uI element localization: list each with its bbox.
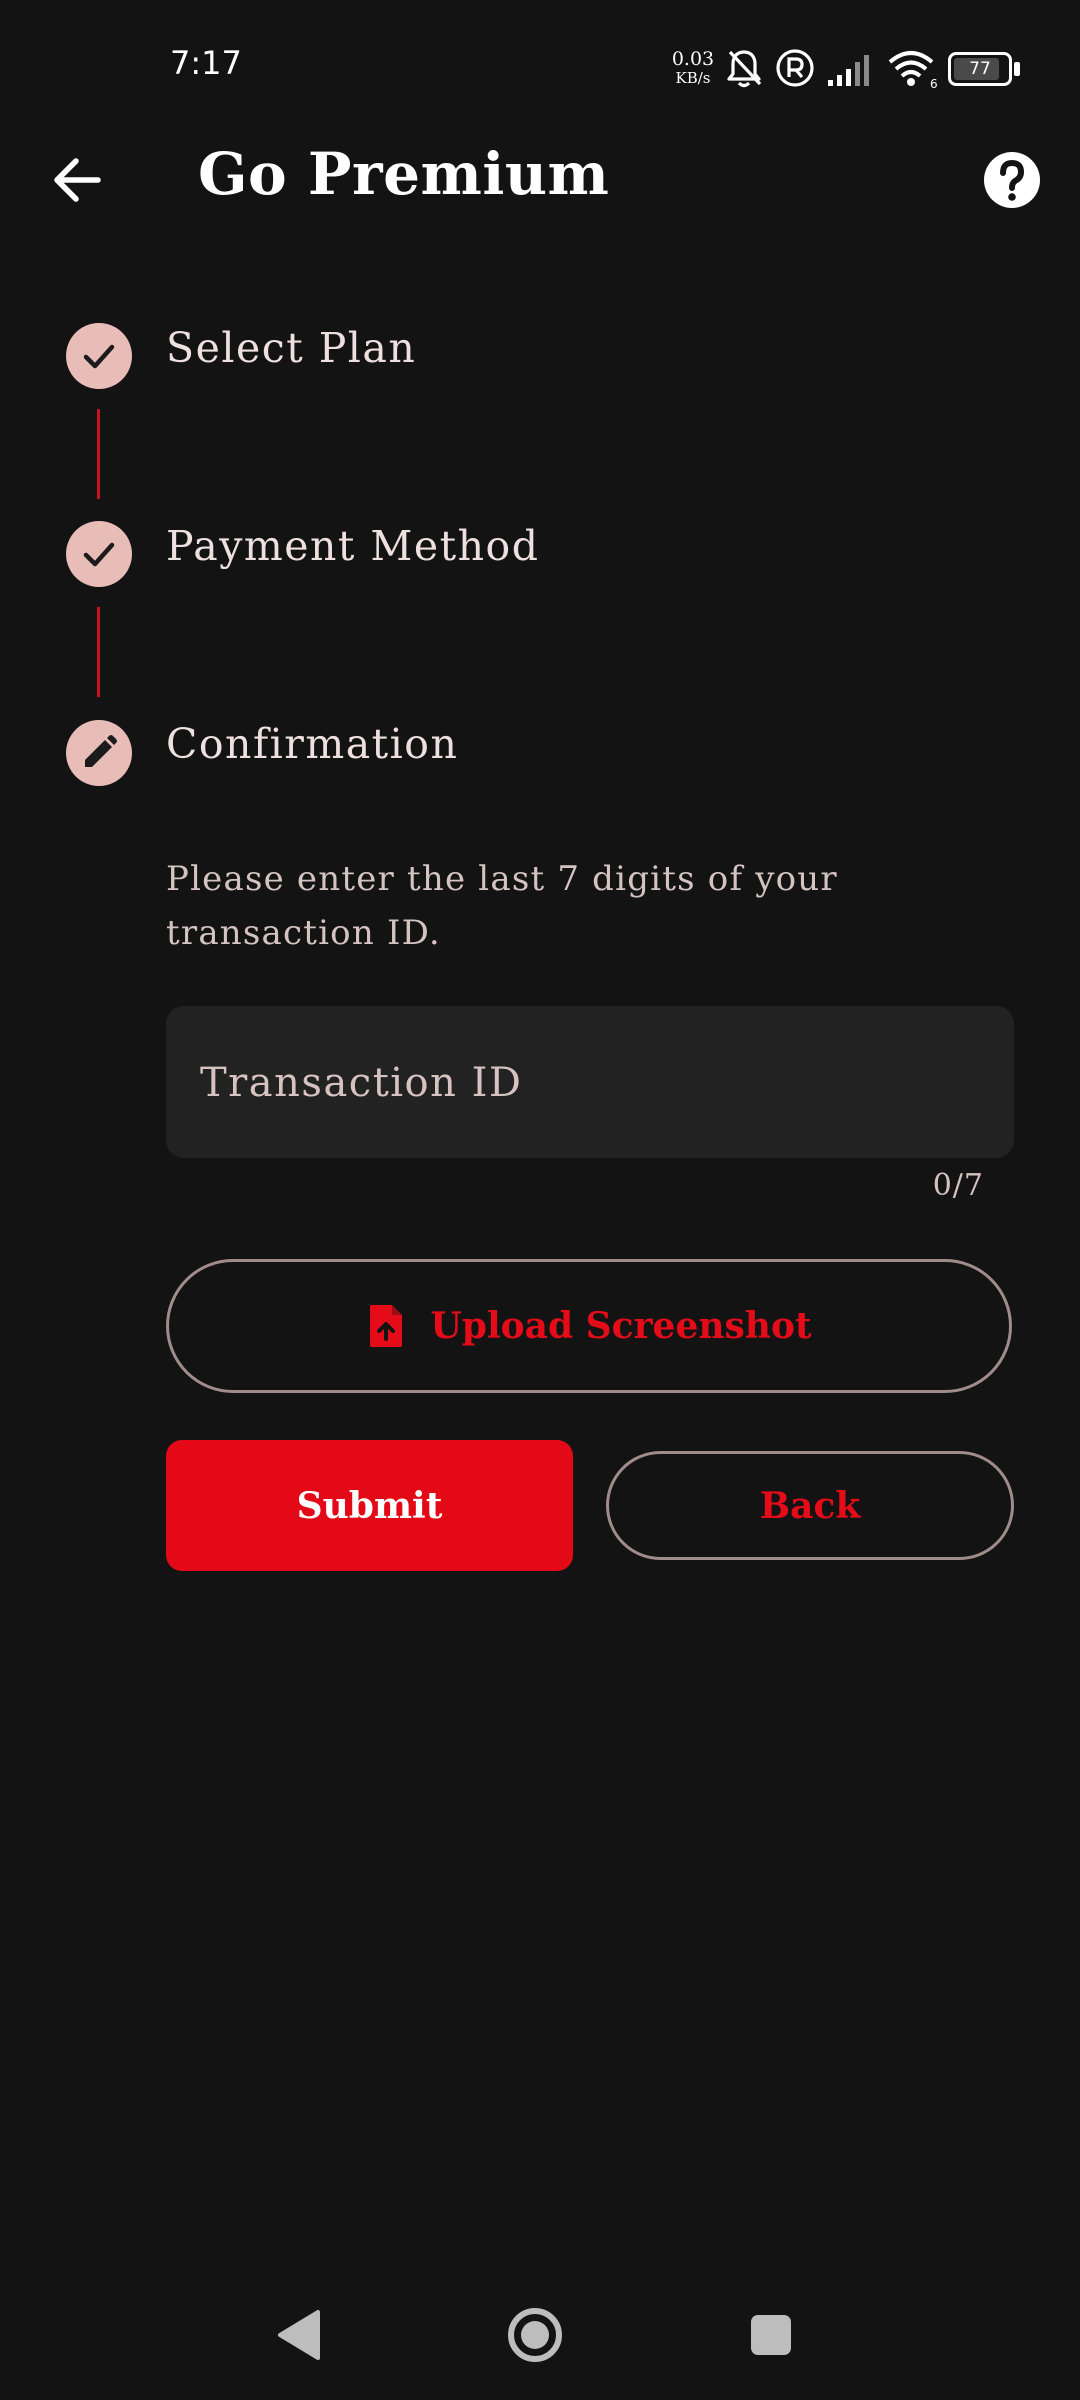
check-icon	[83, 344, 115, 369]
network-speed-value: 0.03	[671, 48, 715, 70]
nav-back-icon[interactable]	[264, 2300, 334, 2370]
file-upload-icon	[370, 1305, 403, 1347]
step-connector	[97, 409, 100, 499]
transaction-hint-text: Please enter the last 7 digits of your t…	[166, 859, 838, 953]
registered-icon	[776, 49, 814, 87]
wifi-icon: 6	[888, 51, 938, 90]
bell-off-icon	[727, 50, 762, 88]
nav-recents-icon[interactable]	[736, 2300, 806, 2370]
back-arrow-button[interactable]	[40, 140, 116, 216]
step-label-select-plan: Select Plan	[166, 324, 417, 372]
character-counter: 0/7	[932, 1168, 984, 1203]
transaction-id-input[interactable]	[198, 1006, 982, 1160]
network-speed: 0.03 KB/s	[664, 50, 722, 88]
svg-text:6: 6	[930, 77, 938, 90]
upload-screenshot-button[interactable]: Upload Screenshot	[166, 1259, 1012, 1393]
pencil-icon	[85, 735, 117, 767]
step-label-payment-method: Payment Method	[166, 522, 540, 570]
battery-icon: 77	[948, 52, 1024, 86]
status-time: 7:17	[170, 44, 242, 82]
help-circle-icon[interactable]	[982, 150, 1042, 210]
step-2-complete-indicator	[66, 521, 132, 587]
step-label-confirmation: Confirmation	[166, 720, 459, 768]
submit-label: Submit	[296, 1484, 443, 1527]
step-connector	[97, 607, 100, 697]
back-label: Back	[759, 1484, 861, 1527]
submit-button[interactable]: Submit	[166, 1440, 573, 1571]
transaction-id-field[interactable]	[166, 1006, 1014, 1160]
step-1-complete-indicator	[66, 323, 132, 389]
page-title: Go Premium	[198, 140, 610, 208]
upload-screenshot-label: Upload Screenshot	[430, 1305, 812, 1347]
signal-icon	[828, 55, 869, 86]
battery-level: 77	[969, 59, 991, 79]
network-speed-unit: KB/s	[675, 69, 711, 87]
back-button[interactable]: Back	[606, 1451, 1014, 1560]
check-icon	[83, 542, 115, 567]
nav-home-icon[interactable]	[500, 2300, 570, 2370]
step-3-active-indicator	[66, 720, 132, 786]
